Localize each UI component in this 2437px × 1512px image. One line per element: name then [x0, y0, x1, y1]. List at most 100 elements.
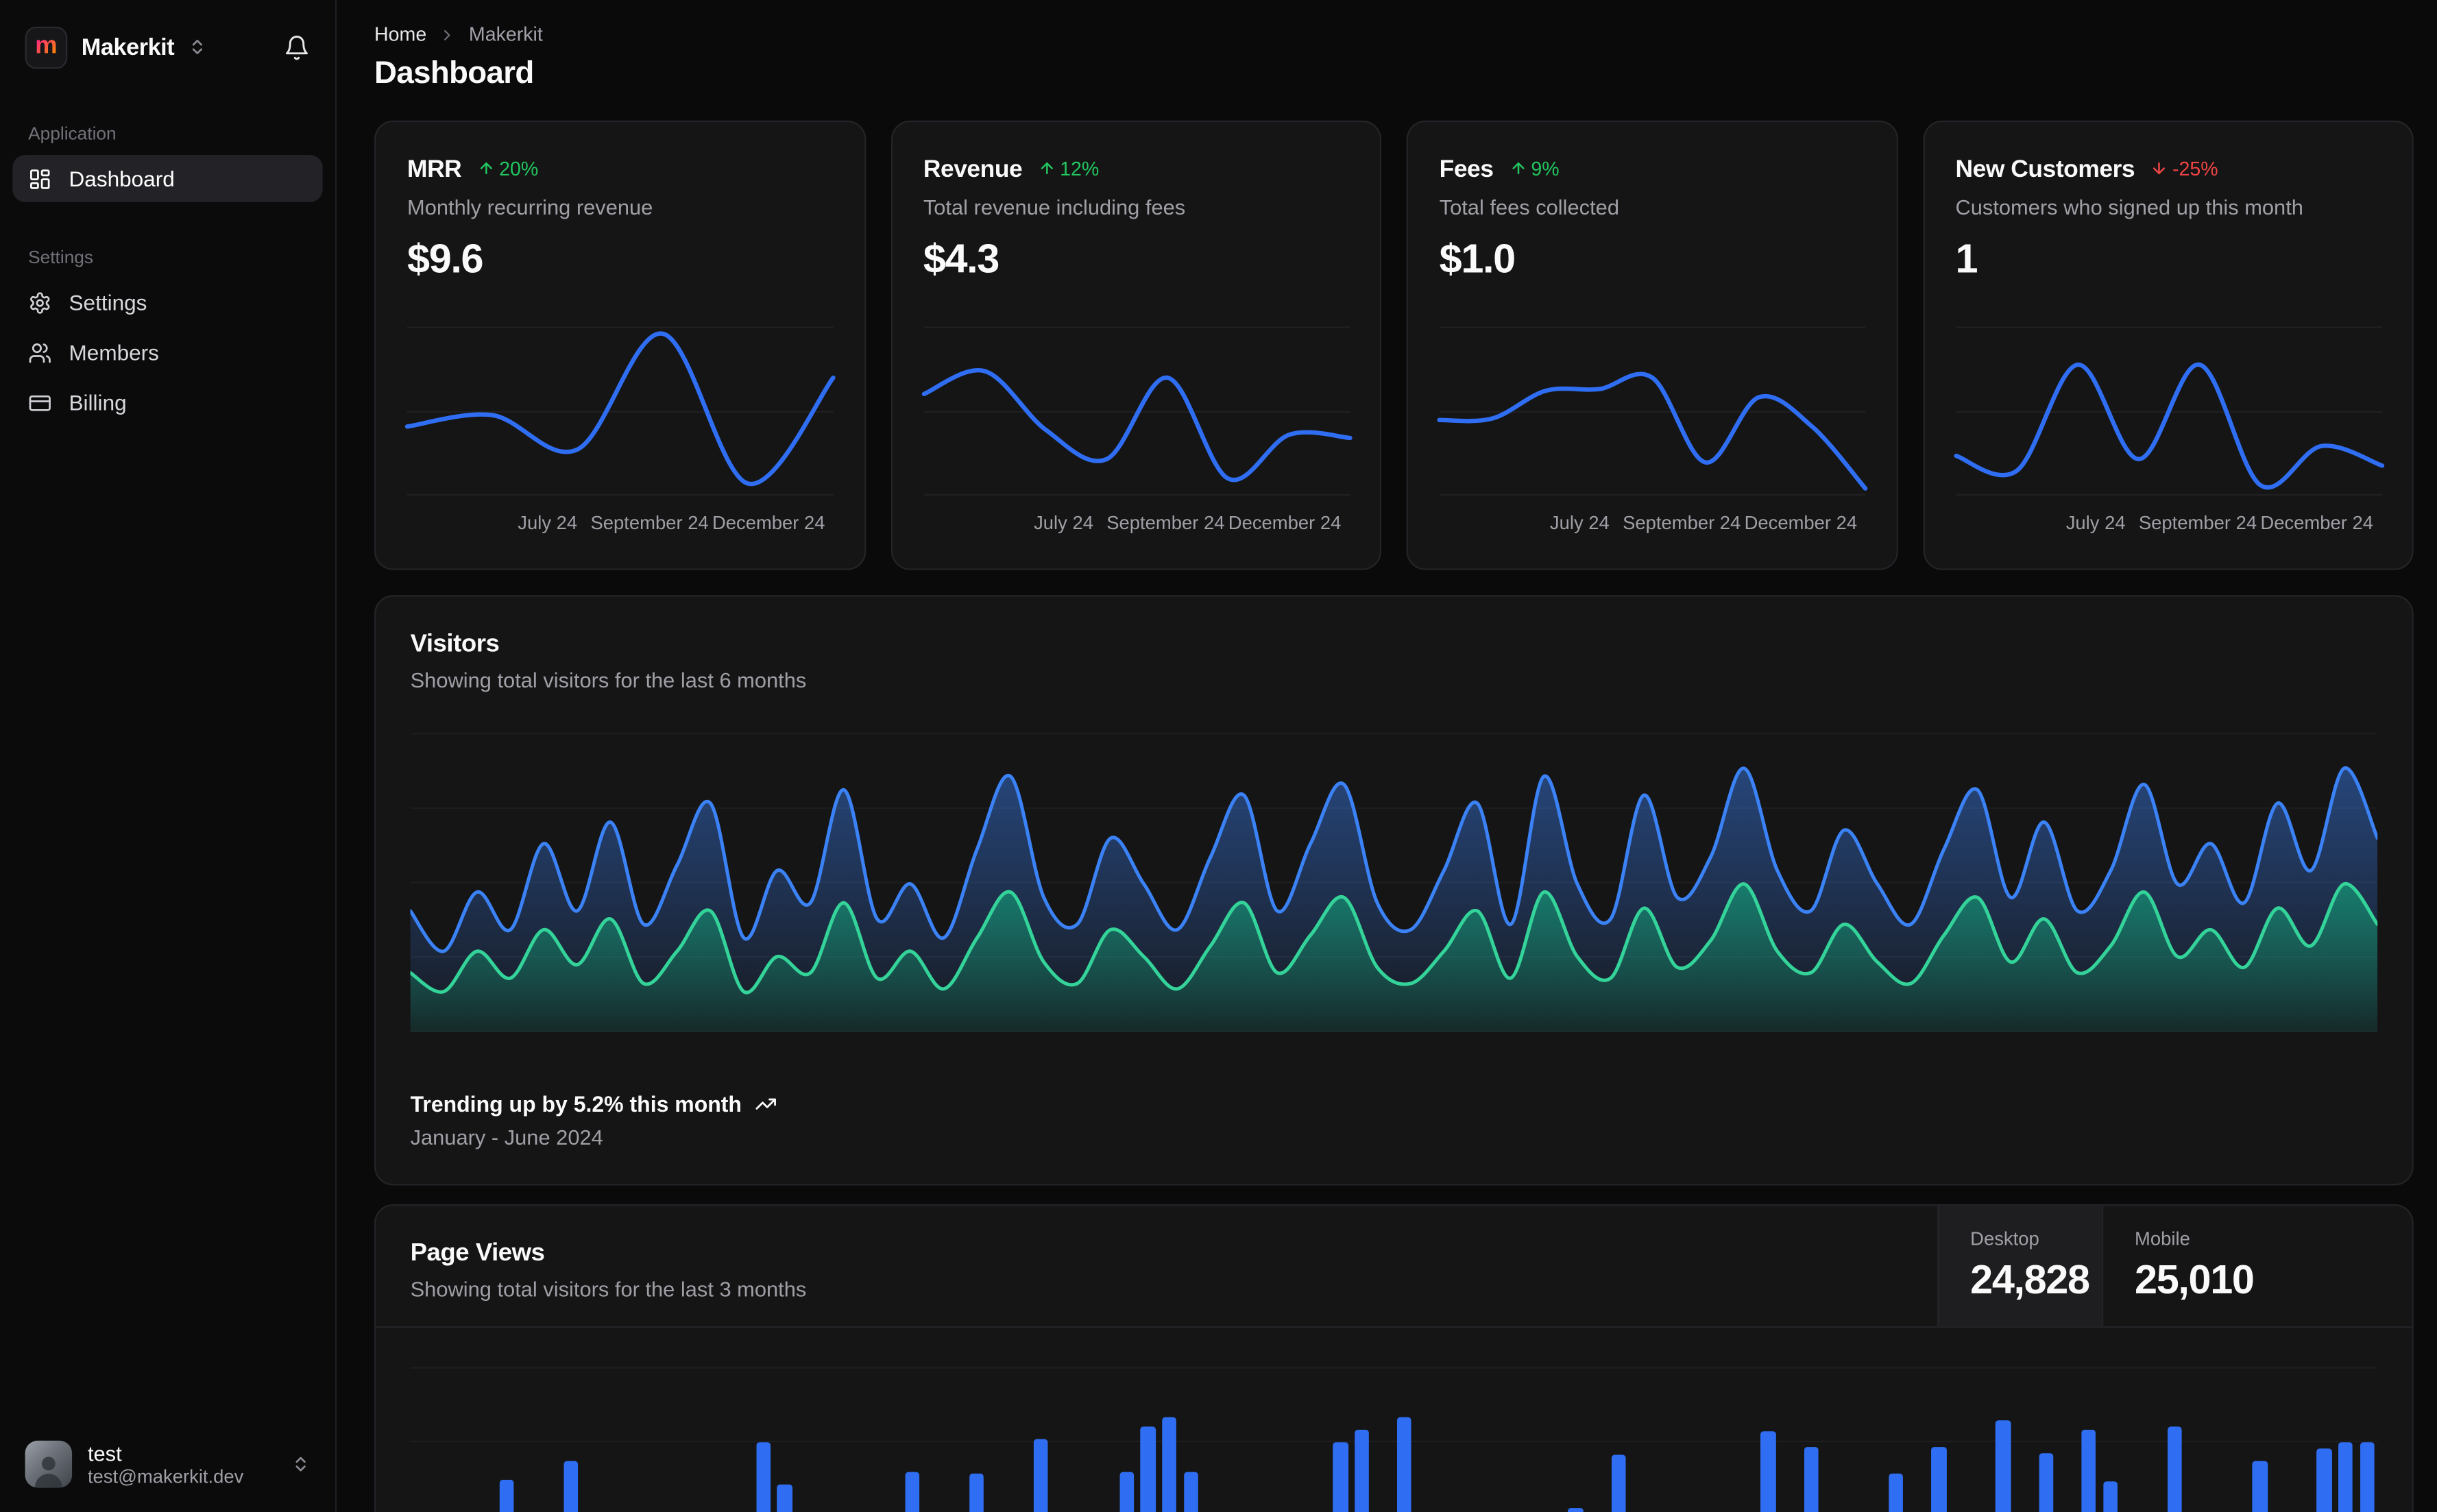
stat-value: $4.3: [923, 234, 1000, 282]
mrr-line-chart: [404, 324, 836, 496]
toggle-value: 25,010: [2135, 1256, 2255, 1303]
x-axis-labels: July 24 September 24 December 24: [1549, 512, 1858, 535]
trending-up-icon: [754, 1093, 776, 1115]
chevrons-up-down-icon: [189, 38, 207, 56]
sidebar-item-label: Settings: [69, 290, 147, 315]
bar: [1183, 1472, 1198, 1512]
bar: [1932, 1447, 1947, 1512]
x-axis-labels: July 24 September 24 December 24: [518, 512, 825, 535]
page-title: Dashboard: [374, 56, 534, 91]
bar: [2039, 1453, 2054, 1512]
toggle-label: Mobile: [2135, 1228, 2190, 1250]
bar: [1889, 1473, 1904, 1512]
bar: [1034, 1439, 1049, 1512]
user-menu[interactable]: test test@makerkit.dev: [12, 1431, 322, 1497]
visitors-area-chart: [410, 733, 2378, 1035]
user-avatar: [25, 1440, 73, 1488]
stat-value: 1: [1955, 234, 1978, 282]
fees-line-chart: [1437, 324, 1868, 496]
page-views-title: Page Views: [410, 1240, 545, 1267]
bar: [2359, 1442, 2375, 1512]
bar: [1568, 1508, 1584, 1512]
bar: [755, 1442, 771, 1512]
stat-subtitle: Total fees collected: [1439, 195, 1619, 219]
main-content: Home Makerkit Dashboard MRR 20% Monthly …: [337, 0, 2437, 1512]
stat-title: New Customers: [1955, 156, 2135, 184]
sidebar: m Makerkit Application Dashboard Setting…: [0, 0, 337, 1512]
bar: [2253, 1461, 2268, 1512]
page-views-header: Page Views Showing total visitors for th…: [376, 1206, 2412, 1328]
stat-subtitle: Customers who signed up this month: [1955, 195, 2303, 219]
bar: [563, 1461, 579, 1512]
chevron-right-icon: [439, 26, 457, 43]
layout-dashboard-icon: [28, 167, 51, 190]
bar: [1119, 1472, 1135, 1512]
bell-icon[interactable]: [284, 34, 311, 60]
bar: [969, 1473, 984, 1512]
new-customers-line-chart: [1953, 324, 2384, 496]
bar: [905, 1472, 921, 1512]
bar: [1333, 1442, 1348, 1512]
trend-badge: 12%: [1038, 158, 1099, 180]
trend-badge: -25%: [2150, 158, 2218, 180]
app-root: m Makerkit Application Dashboard Setting…: [0, 0, 2437, 1512]
bar: [1162, 1417, 1177, 1512]
breadcrumb: Home Makerkit: [374, 22, 2414, 47]
bar: [1760, 1431, 1775, 1512]
stat-card-new-customers: New Customers -25% Customers who signed …: [1922, 120, 2414, 570]
users-icon: [28, 341, 51, 364]
sidebar-section-settings: Settings: [28, 249, 94, 268]
bar: [1996, 1420, 2011, 1512]
page-views-card: Page Views Showing total visitors for th…: [374, 1204, 2414, 1512]
sidebar-item-members[interactable]: Members: [12, 329, 322, 376]
bar: [2338, 1442, 2353, 1512]
makerkit-logo: m: [25, 25, 68, 69]
stat-value: $9.6: [407, 234, 484, 282]
x-axis-labels: July 24 September 24 December 24: [1034, 512, 1342, 535]
sidebar-item-settings[interactable]: Settings: [12, 279, 322, 326]
stat-subtitle: Total revenue including fees: [923, 195, 1186, 219]
revenue-line-chart: [921, 324, 1352, 496]
visitors-subtitle: Showing total visitors for the last 6 mo…: [410, 668, 807, 692]
stat-card-fees: Fees 9% Total fees collected $1.0 July 2…: [1406, 120, 1898, 570]
stat-card-mrr: MRR 20% Monthly recurring revenue $9.6 J…: [374, 120, 866, 570]
sidebar-item-label: Billing: [69, 391, 127, 415]
x-axis-labels: July 24 September 24 December 24: [2065, 512, 2373, 535]
stat-title: Revenue: [923, 156, 1023, 184]
visitors-title: Visitors: [410, 631, 500, 658]
stat-card-revenue: Revenue 12% Total revenue including fees…: [890, 120, 1382, 570]
bar: [1397, 1417, 1412, 1512]
stat-value: $1.0: [1439, 234, 1516, 282]
bar: [1141, 1426, 1156, 1512]
stat-title: Fees: [1439, 156, 1494, 184]
gear-icon: [28, 291, 51, 314]
bar: [777, 1484, 792, 1512]
bar: [2102, 1481, 2118, 1512]
stat-cards-row: MRR 20% Monthly recurring revenue $9.6 J…: [374, 120, 2414, 570]
trend-badge: 20%: [477, 158, 538, 180]
sidebar-item-label: Dashboard: [69, 167, 175, 191]
bar: [1803, 1447, 1819, 1512]
trend-badge: 9%: [1509, 158, 1560, 180]
toggle-desktop[interactable]: Desktop 24,828: [1937, 1206, 2102, 1327]
device-toggle-group: Desktop 24,828 Mobile 25,010: [1937, 1206, 2412, 1327]
sidebar-item-label: Members: [69, 340, 159, 365]
breadcrumb-current: Makerkit: [468, 23, 543, 46]
chevrons-up-down-icon: [291, 1454, 310, 1473]
workspace-name: Makerkit: [81, 34, 175, 60]
bar: [1354, 1429, 1370, 1512]
bar: [2081, 1429, 2096, 1512]
user-name: test: [87, 1441, 122, 1465]
stat-subtitle: Monthly recurring revenue: [407, 195, 653, 219]
user-email: test@makerkit.dev: [87, 1465, 244, 1487]
page-views-bar-chart: [410, 1328, 2378, 1512]
toggle-label: Desktop: [1970, 1228, 2039, 1250]
toggle-mobile[interactable]: Mobile 25,010: [2102, 1206, 2412, 1327]
sidebar-item-billing[interactable]: Billing: [12, 379, 322, 426]
breadcrumb-home[interactable]: Home: [374, 23, 426, 45]
sidebar-item-dashboard[interactable]: Dashboard: [12, 155, 323, 202]
sidebar-section-application: Application: [28, 125, 117, 145]
bar: [2167, 1426, 2182, 1512]
workspace-selector[interactable]: m Makerkit: [12, 19, 322, 75]
bar: [499, 1480, 514, 1512]
